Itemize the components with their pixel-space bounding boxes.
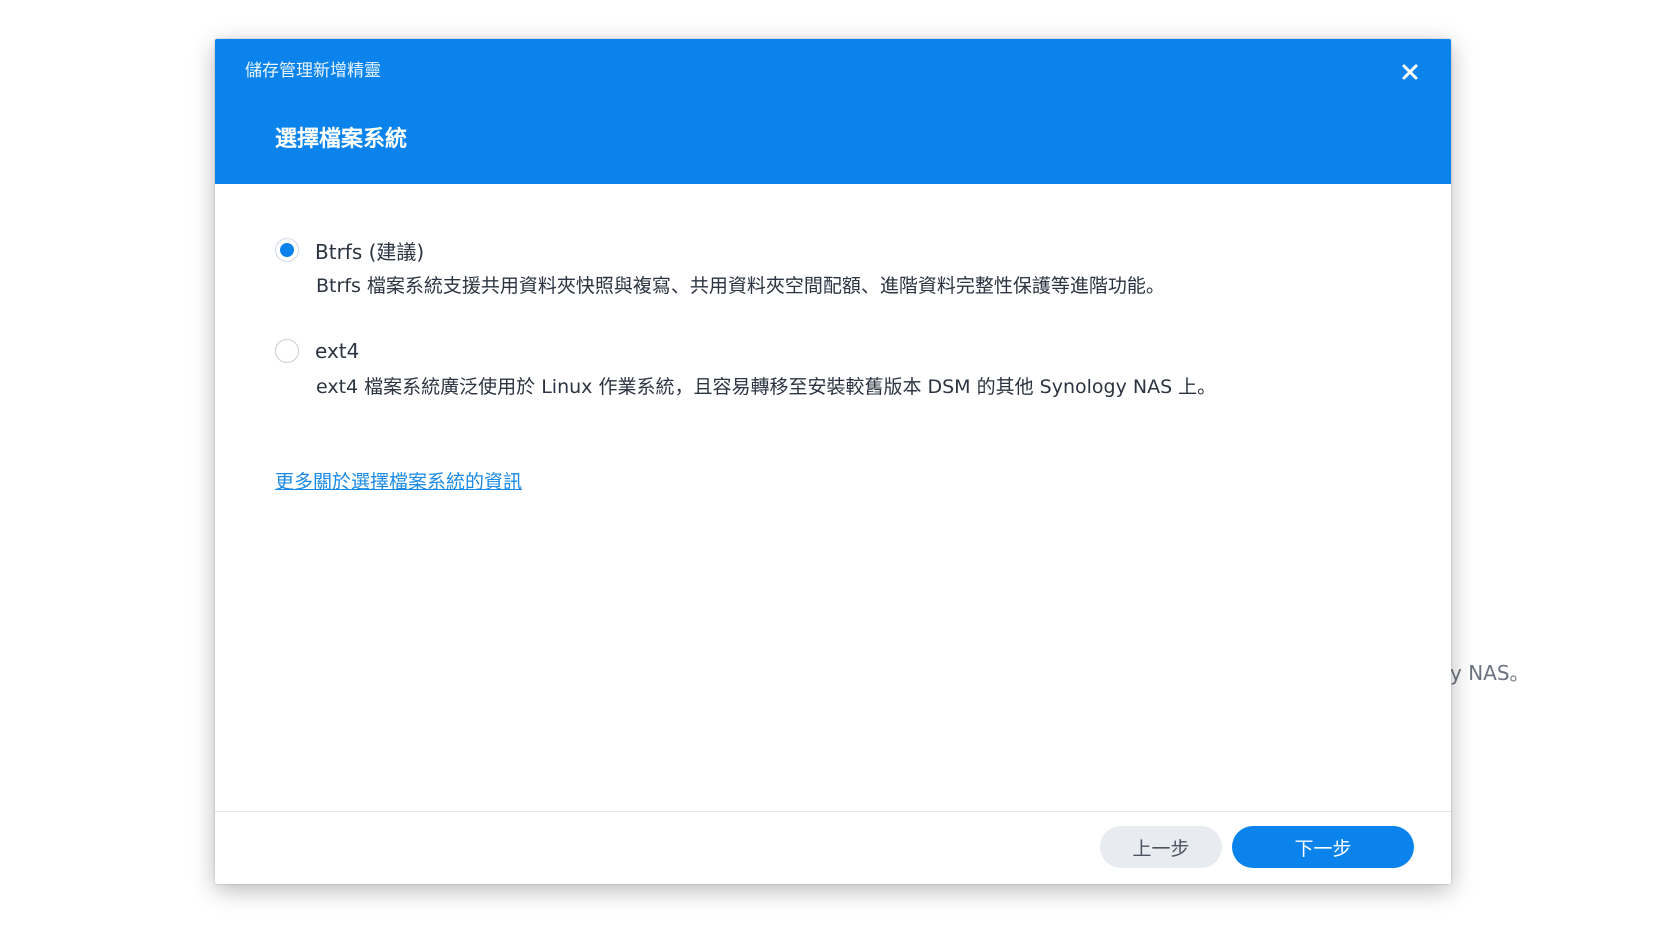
radio-selected-dot bbox=[280, 243, 294, 257]
option-btrfs-description: Btrfs 檔案系統支援共用資料夾快照與複寫、共用資料夾空間配額、進階資料完整性… bbox=[316, 275, 1165, 297]
close-icon bbox=[1402, 64, 1418, 80]
previous-button[interactable]: 上一步 bbox=[1100, 826, 1222, 868]
option-ext4-description: ext4 檔案系統廣泛使用於 Linux 作業系統，且容易轉移至安裝較舊版本 D… bbox=[316, 376, 1217, 398]
next-button[interactable]: 下一步 bbox=[1232, 826, 1414, 868]
storage-wizard-dialog: 儲存管理新增精靈 選擇檔案系統 Btrfs (建議) Btrfs 檔案系統支援共… bbox=[215, 39, 1451, 884]
option-ext4-label: ext4 bbox=[315, 339, 360, 363]
dialog-header: 儲存管理新增精靈 選擇檔案系統 bbox=[215, 39, 1451, 184]
footer-divider bbox=[215, 811, 1451, 812]
window-title: 儲存管理新增精靈 bbox=[245, 61, 381, 81]
step-title: 選擇檔案系統 bbox=[275, 127, 408, 152]
option-btrfs[interactable]: Btrfs (建議) bbox=[275, 235, 424, 265]
close-button[interactable] bbox=[1393, 55, 1427, 89]
option-btrfs-label: Btrfs (建議) bbox=[315, 239, 425, 264]
option-ext4[interactable]: ext4 bbox=[275, 336, 359, 366]
radio-ext4[interactable] bbox=[275, 339, 299, 363]
radio-btrfs[interactable] bbox=[275, 238, 299, 262]
more-info-link[interactable]: 更多關於選擇檔案系統的資訊 bbox=[275, 467, 522, 494]
background-text-fragment: y NAS。 bbox=[1450, 661, 1530, 685]
